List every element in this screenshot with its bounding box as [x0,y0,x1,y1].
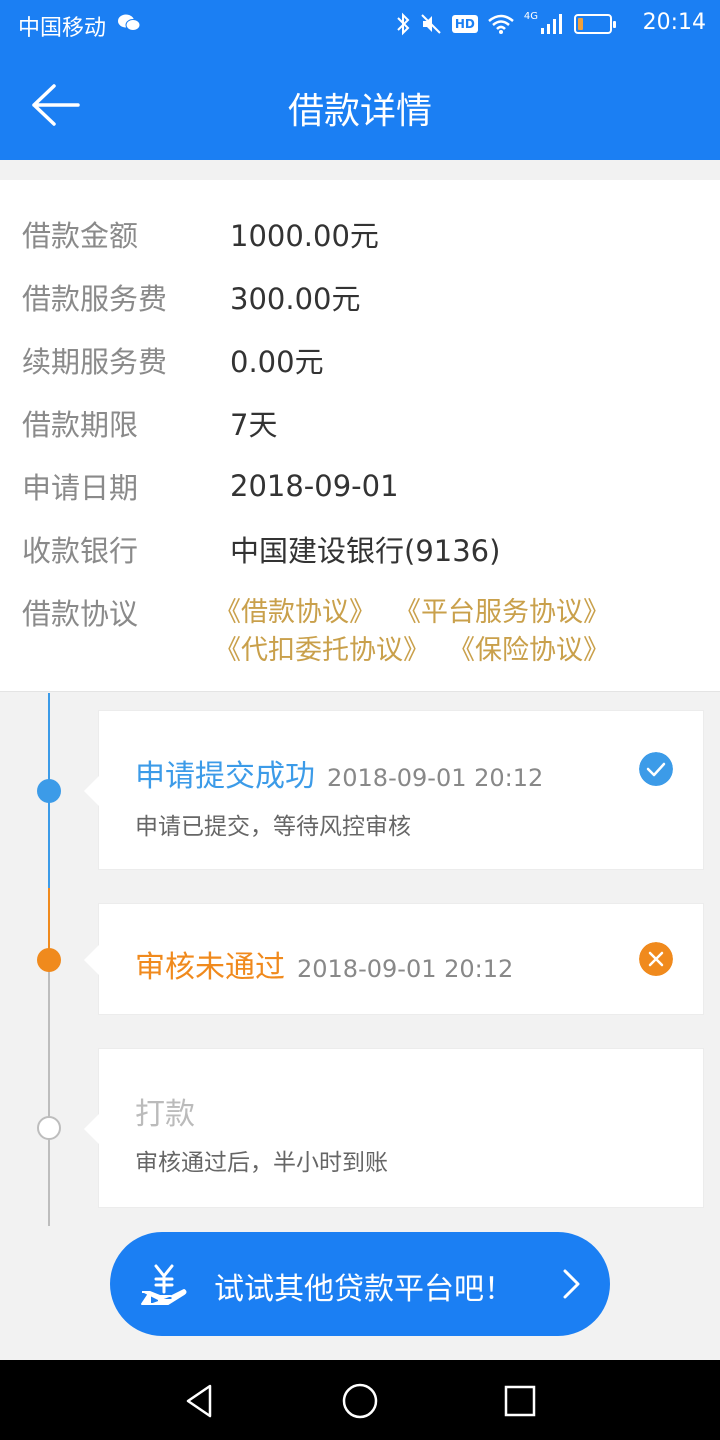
link-withholding-agreement[interactable]: 《代扣委托协议》 [214,628,430,666]
detail-row-term: 借款期限 7天 [22,401,277,445]
step-time: 2018-09-01 20:12 [327,764,544,792]
detail-label: 借款协议 [22,597,139,631]
clock: 20:14 [642,10,706,35]
detail-value: 中国建设银行(9136) [230,534,501,568]
chevron-right-icon [563,1269,580,1299]
detail-row-bank: 收款银行 中国建设银行(9136) [22,527,500,571]
mute-icon [421,14,441,34]
detail-label: 借款金额 [22,219,139,253]
detail-row-apply-date: 申请日期 2018-09-01 [22,464,399,508]
close-icon [639,942,673,976]
detail-value: 300.00元 [230,282,361,316]
signal-icon [541,14,562,34]
try-other-platforms-button[interactable]: 试试其他贷款平台吧！ [110,1232,610,1336]
home-circle-icon[interactable] [341,1382,379,1420]
page-title: 借款详情 [287,91,432,132]
status-icons: HD 4G [396,10,616,36]
cta-label: 试试其他贷款平台吧！ [214,1272,514,1307]
timeline-step-submitted: 申请提交成功 2018-09-01 20:12 申请已提交，等待风控审核 [84,710,704,870]
carrier-name: 中国移动 [18,16,107,41]
detail-label: 借款期限 [22,408,139,442]
link-insurance-agreement[interactable]: 《保险协议》 [448,628,610,666]
back-triangle-icon[interactable] [182,1382,220,1420]
detail-label: 申请日期 [22,471,139,505]
step-title-text: 申请提交成功 [135,759,315,794]
wifi-icon [488,14,514,34]
detail-value: 7天 [230,408,278,442]
recent-apps-square-icon[interactable] [501,1382,539,1420]
yuan-hand-icon [141,1264,187,1305]
detail-label: 收款银行 [22,534,139,568]
link-platform-service-agreement[interactable]: 《平台服务协议》 [394,590,610,628]
nav-bar: 借款详情 [0,50,720,160]
wechat-icon [118,14,141,36]
step-time: 2018-09-01 20:12 [297,955,514,983]
timeline-dot-pending [37,1116,61,1140]
battery-icon [574,14,616,34]
detail-value: 2018-09-01 [230,469,399,503]
hd-badge: HD [451,15,478,33]
battery-level [578,18,583,30]
detail-row-renewal-fee: 续期服务费 0.00元 [22,338,324,382]
network-type: 4G [523,10,538,22]
check-icon [639,752,673,786]
step-title: 打款 [135,1097,195,1132]
system-nav-bar [0,1360,720,1440]
step-title-text: 审核未通过 [135,950,285,985]
status-bar: 中国移动 HD 4G 20:14 [0,0,720,50]
timeline-step-payout: 打款 审核通过后，半小时到账 [84,1048,704,1208]
loan-detail-card: 借款金额 1000.00元 借款服务费 300.00元 续期服务费 0.00元 … [0,180,720,692]
timeline-dot-failed [37,948,61,972]
agreement-links: 《借款协议》 《平台服务协议》 《代扣委托协议》 《保险协议》 [214,590,704,666]
link-loan-agreement[interactable]: 《借款协议》 [214,590,376,628]
detail-row-agreements: 借款协议 [22,590,230,634]
step-title: 审核未通过 2018-09-01 20:12 [135,942,513,986]
detail-row-amount: 借款金额 1000.00元 [22,212,379,256]
detail-label: 续期服务费 [22,345,168,379]
timeline-rail-pending [48,960,50,1226]
detail-label: 借款服务费 [22,282,168,316]
step-title: 申请提交成功 2018-09-01 20:12 [135,751,543,795]
timeline-dot-done [37,779,61,803]
timeline-step-review-failed: 审核未通过 2018-09-01 20:12 [84,903,704,1015]
detail-value: 1000.00元 [230,219,379,253]
detail-row-service-fee: 借款服务费 300.00元 [22,275,360,319]
detail-value: 0.00元 [230,345,324,379]
step-desc: 申请已提交，等待风控审核 [135,814,411,840]
step-desc: 审核通过后，半小时到账 [135,1150,388,1176]
bluetooth-icon [397,12,410,36]
